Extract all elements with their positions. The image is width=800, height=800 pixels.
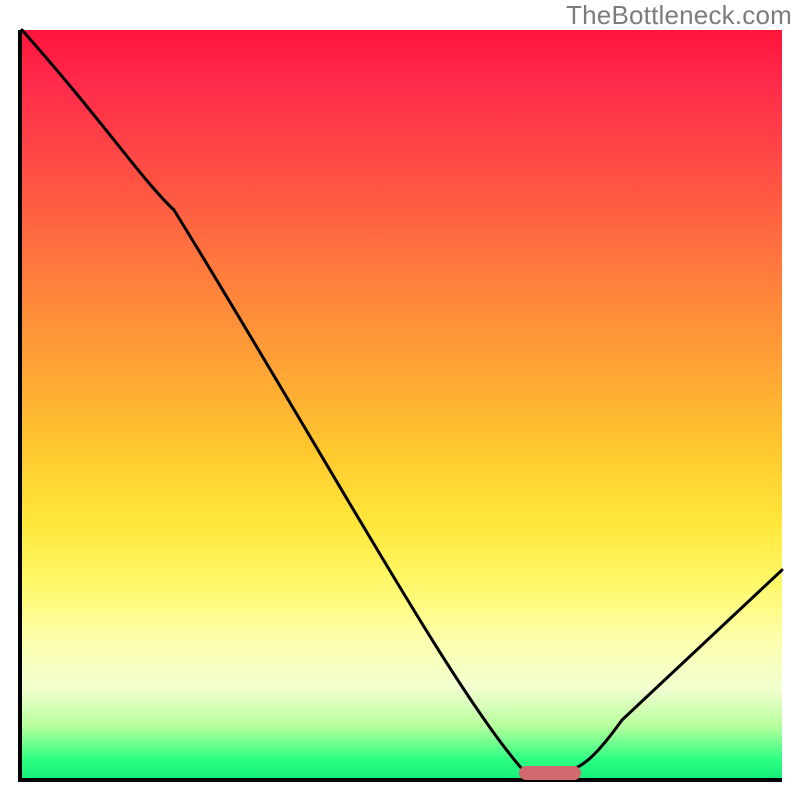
chart-container: TheBottleneck.com bbox=[0, 0, 800, 800]
bottleneck-curve bbox=[22, 30, 782, 770]
trough-marker bbox=[519, 766, 581, 780]
plot-area bbox=[18, 30, 782, 782]
watermark-text: TheBottleneck.com bbox=[566, 0, 792, 31]
chart-overlay-svg bbox=[22, 30, 782, 778]
